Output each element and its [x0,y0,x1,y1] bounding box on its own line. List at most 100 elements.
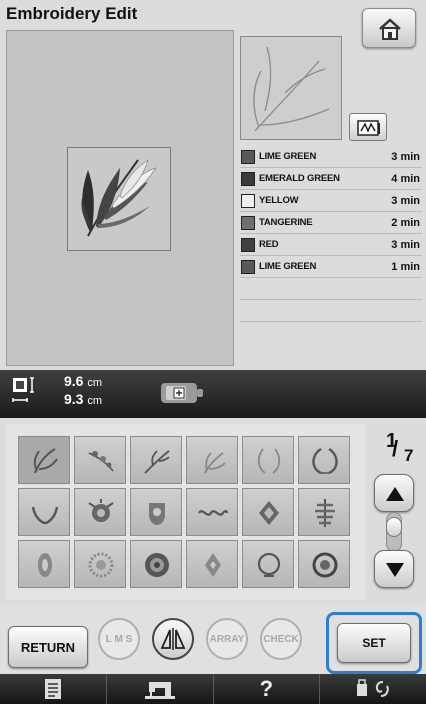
set-button-highlight: SET [326,612,422,674]
color-row-empty [240,278,422,300]
array-button[interactable]: ARRAY [206,618,248,660]
triangle-down-icon [386,563,404,577]
pattern-tile[interactable] [74,540,126,588]
pattern-tile[interactable] [130,488,182,536]
sewing-machine-icon [144,682,175,699]
page-indicator: 1 / 7 [380,430,420,470]
color-row[interactable]: YELLOW 3 min [240,190,422,212]
return-button[interactable]: RETURN [8,626,88,668]
pattern-tile[interactable] [242,436,294,484]
open-wreath-pattern-icon [257,448,281,474]
footer-thread-button[interactable] [320,674,426,704]
color-name: YELLOW [259,195,299,206]
circle-frame-pattern-icon [312,552,338,578]
pattern-tile[interactable] [186,436,238,484]
medallion-pattern-icon [38,553,52,577]
color-row[interactable]: LIME GREEN 3 min [240,146,422,168]
spool-icon [241,237,255,252]
pattern-tile[interactable] [298,488,350,536]
footer-manual-button[interactable] [0,674,107,704]
pattern-tile[interactable] [186,540,238,588]
hoop-icon [161,383,203,403]
footer-help-button[interactable]: ? [214,674,321,704]
pattern-tile[interactable] [130,436,182,484]
color-time: 3 min [391,150,420,163]
pattern-tile[interactable] [298,540,350,588]
design-canvas[interactable] [6,30,234,366]
pattern-grid [18,436,350,588]
small-diamond-pattern-icon [205,553,221,577]
pattern-tile[interactable] [186,488,238,536]
help-icon: ? [259,676,274,701]
footer-bar: ? [0,674,426,704]
wreath-pattern-icon [312,447,338,475]
page-scrollbar[interactable] [386,512,402,552]
thread-color-list[interactable]: LIME GREEN 3 min EMERALD GREEN 4 min YEL… [240,146,422,322]
color-row[interactable]: TANGERINE 2 min [240,212,422,234]
footer-sewing-machine-button[interactable] [107,674,214,704]
page-title: Embroidery Edit [6,4,138,23]
page-scroll-thumb[interactable] [386,517,402,537]
branch-pattern-icon [144,450,170,474]
action-bar: RETURN L M S ARRAY CHECK SET [0,606,426,674]
pattern-tile[interactable] [18,540,70,588]
stitch-view-button[interactable] [349,113,387,141]
home-button[interactable] [362,8,416,48]
stitch-preview [240,36,342,140]
stitch-simulator-icon [357,120,380,136]
set-button[interactable]: SET [337,623,411,663]
pattern-tile[interactable] [18,436,70,484]
leaf-bouquet-pattern-icon [204,452,226,474]
page-up-button[interactable] [374,474,414,512]
leaf-embroidery-design [81,159,157,237]
mirror-button[interactable] [152,618,194,660]
pattern-tile[interactable] [298,436,350,484]
color-row[interactable]: LIME GREEN 1 min [240,256,422,278]
size-icon [12,377,34,402]
border-scroll-pattern-icon [198,510,229,516]
color-time: 3 min [391,194,420,207]
thread-rotate-icon [357,679,389,697]
rosette-pattern-icon [145,553,169,577]
pattern-tile[interactable] [74,488,126,536]
wreath-ring-pattern-icon [257,552,281,577]
check-button[interactable]: CHECK [260,618,302,660]
pattern-tile[interactable] [130,540,182,588]
home-icon [379,18,401,40]
color-time: 4 min [391,172,420,185]
pattern-tile[interactable] [242,540,294,588]
color-time: 1 min [391,260,420,273]
color-time: 2 min [391,216,420,229]
triangle-up-icon [386,487,404,501]
spool-icon [241,215,255,230]
spool-icon [241,259,255,274]
spool-icon [241,149,255,164]
lms-button[interactable]: L M S [98,618,140,660]
pattern-tile[interactable] [242,488,294,536]
design-frame[interactable] [67,147,171,251]
height-unit: cm [87,395,103,407]
page-total: 7 [404,446,414,465]
leaf-spray-pattern-icon [33,448,58,474]
color-row-empty [240,300,422,322]
mirror-icon [160,628,186,650]
height-value: 9.3 [64,391,84,407]
preview-design [253,46,330,132]
page-separator: / [392,436,399,461]
color-name: RED [259,239,279,250]
diamond-motif-pattern-icon [259,501,279,525]
width-value: 9.6 [64,373,84,389]
pattern-tile[interactable] [74,436,126,484]
pattern-tile[interactable] [18,488,70,536]
page-down-button[interactable] [374,550,414,588]
lace-round-pattern-icon [88,552,114,578]
color-row[interactable]: RED 3 min [240,234,422,256]
crest-pattern-icon [149,503,165,525]
color-row[interactable]: EMERALD GREEN 4 min [240,168,422,190]
tassel-motif-pattern-icon [315,499,335,527]
spool-icon [241,193,255,208]
color-name: TANGERINE [259,217,313,228]
laurel-arc-pattern-icon [31,506,59,525]
color-name: EMERALD GREEN [259,173,340,184]
color-name: LIME GREEN [259,261,317,272]
